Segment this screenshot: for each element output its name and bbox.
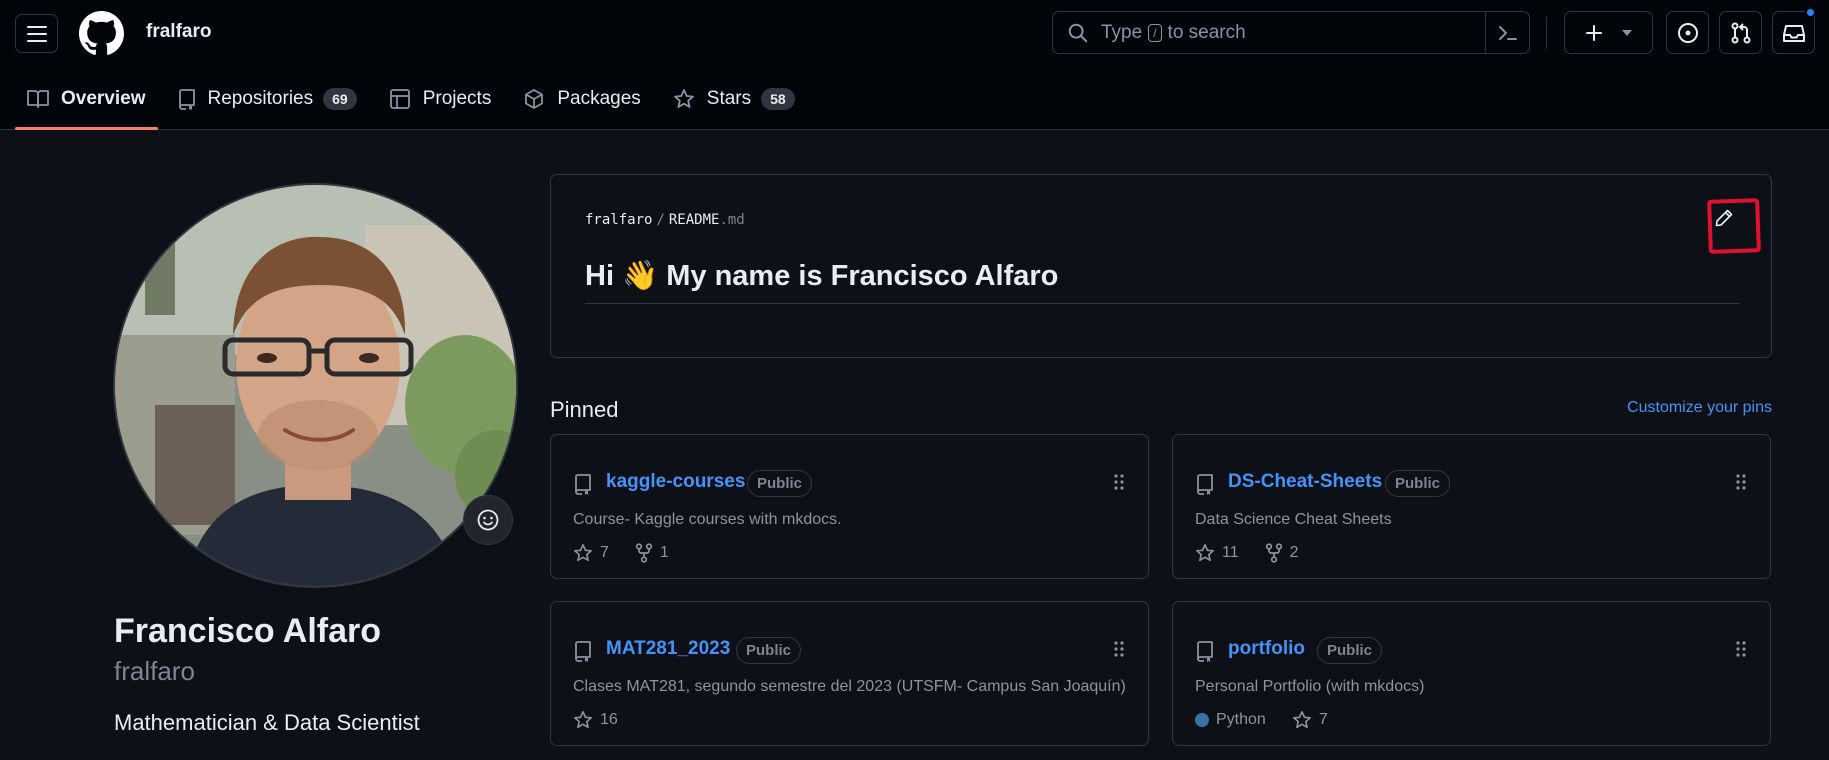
tab-stars[interactable]: Stars 58	[661, 78, 807, 120]
search-shortcut-key: /	[1148, 23, 1162, 42]
tab-packages[interactable]: Packages	[511, 78, 652, 120]
pull-requests-button[interactable]	[1719, 11, 1762, 54]
profile-name: Francisco Alfaro	[114, 612, 382, 650]
pinned-repo-card: MAT281_2023 Public Clases MAT281, segundo …	[550, 601, 1149, 746]
visibility-badge: Public	[747, 470, 813, 497]
readme-path: fralfaro / README.md	[585, 212, 745, 228]
stars-count: 58	[761, 88, 795, 110]
tab-overview[interactable]: Overview	[15, 78, 158, 130]
tab-projects[interactable]: Projects	[377, 78, 504, 120]
readme-heading: Hi 👋 My name is Francisco Alfaro	[585, 260, 1059, 292]
inbox-icon	[1782, 24, 1805, 42]
star-icon	[673, 89, 694, 108]
star-icon	[1196, 544, 1214, 562]
search-placeholder: Type / to search	[1101, 21, 1246, 43]
annotation-highlight-box	[1707, 198, 1761, 254]
table-icon	[389, 89, 410, 109]
header-divider	[1546, 17, 1547, 49]
repo-name-link[interactable]: DS-Cheat-Sheets	[1228, 471, 1382, 493]
language-color-dot	[1195, 713, 1209, 727]
visibility-badge: Public	[1385, 470, 1451, 497]
unread-indicator	[1805, 7, 1816, 18]
pinned-repo-card: DS-Cheat-Sheets Public Data Science Cheat …	[1172, 434, 1771, 579]
drag-handle-icon[interactable]	[1735, 640, 1747, 658]
repo-stars-link[interactable]: 16	[573, 710, 618, 730]
issue-opened-icon	[1677, 22, 1698, 43]
readme-file-link[interactable]: README	[669, 212, 720, 228]
profile-photo	[115, 185, 516, 586]
repo-forked-icon	[1265, 543, 1282, 563]
drag-handle-icon[interactable]	[1735, 473, 1747, 491]
repo-description: Personal Portfolio (with mkdocs)	[1195, 678, 1425, 695]
command-palette-button[interactable]	[1485, 12, 1529, 53]
menu-button[interactable]	[15, 14, 58, 53]
repo-description: Course- Kaggle courses with mkdocs.	[573, 511, 842, 528]
github-logo-icon[interactable]	[79, 11, 124, 56]
repo-meta: 11 2	[1195, 543, 1325, 563]
hamburger-icon	[26, 25, 47, 42]
repo-icon	[1197, 641, 1213, 662]
book-icon	[27, 90, 49, 108]
avatar[interactable]	[113, 183, 518, 588]
star-icon	[574, 544, 592, 562]
repo-meta: 71	[573, 543, 695, 563]
readme-owner-link[interactable]: fralfaro	[585, 212, 652, 228]
repo-description: Clases MAT281, segundo semestre del 2023…	[573, 678, 1126, 695]
repo-name-link[interactable]: portfolio	[1228, 638, 1305, 660]
search-input[interactable]: Type / to search	[1052, 11, 1530, 54]
smiley-icon	[477, 509, 499, 531]
repo-stars-link[interactable]: 7	[1292, 710, 1328, 730]
pinned-repo-card: kaggle-courses Public Course- Kaggle cours…	[550, 434, 1149, 579]
profile-bio: Mathematician & Data Scientist	[114, 710, 420, 735]
repo-forked-icon	[635, 543, 653, 563]
set-status-button[interactable]	[463, 495, 513, 545]
repo-forks-link[interactable]: 2	[1265, 543, 1299, 563]
profile-readme-card: fralfaro / README.md Hi 👋 My name is Franc…	[550, 174, 1772, 358]
repo-name-link[interactable]: MAT281_2023	[606, 638, 730, 660]
customize-pins-link[interactable]: Customize your pins	[1627, 399, 1772, 417]
context-username[interactable]: fralfaro	[146, 21, 211, 43]
visibility-badge: Public	[1317, 637, 1383, 664]
search-icon	[1068, 23, 1088, 42]
issues-button[interactable]	[1666, 11, 1709, 54]
star-icon	[1292, 711, 1311, 729]
profile-tabs: Overview Repositories 69 Projects Packag…	[15, 78, 815, 130]
waving-hand-emoji: 👋	[622, 260, 659, 292]
pinned-repo-card: portfolio Public Personal Portfolio (with …	[1172, 601, 1771, 746]
star-icon	[574, 711, 592, 729]
repo-description: Data Science Cheat Sheets	[1195, 511, 1392, 528]
package-icon	[525, 89, 544, 109]
global-header: fralfaro Type / to search Overview Repos…	[0, 0, 1829, 130]
repo-icon	[575, 474, 591, 495]
repo-icon	[1197, 474, 1213, 495]
repo-meta: 16	[573, 710, 644, 730]
repo-meta: Python 7	[1195, 710, 1354, 730]
drag-handle-icon[interactable]	[1113, 640, 1125, 658]
terminal-icon	[1498, 25, 1517, 40]
repo-forks-link[interactable]: 1	[635, 543, 669, 563]
plus-icon	[1585, 24, 1602, 41]
repo-icon	[575, 641, 591, 662]
caret-down-icon	[1621, 29, 1632, 36]
repo-language: Python	[1195, 711, 1266, 729]
repo-icon	[178, 89, 195, 110]
drag-handle-icon[interactable]	[1113, 473, 1125, 491]
profile-login: fralfaro	[114, 656, 195, 686]
repo-name-link[interactable]: kaggle-courses	[606, 471, 745, 493]
create-new-button[interactable]	[1564, 11, 1653, 54]
repo-stars-link[interactable]: 7	[573, 543, 609, 563]
visibility-badge: Public	[736, 637, 802, 664]
pinned-heading: Pinned	[550, 397, 619, 422]
repo-stars-link[interactable]: 11	[1195, 543, 1239, 563]
tab-repositories[interactable]: Repositories 69	[166, 78, 369, 120]
repositories-count: 69	[323, 88, 357, 110]
heading-divider	[585, 303, 1740, 304]
git-pull-request-icon	[1731, 22, 1750, 43]
